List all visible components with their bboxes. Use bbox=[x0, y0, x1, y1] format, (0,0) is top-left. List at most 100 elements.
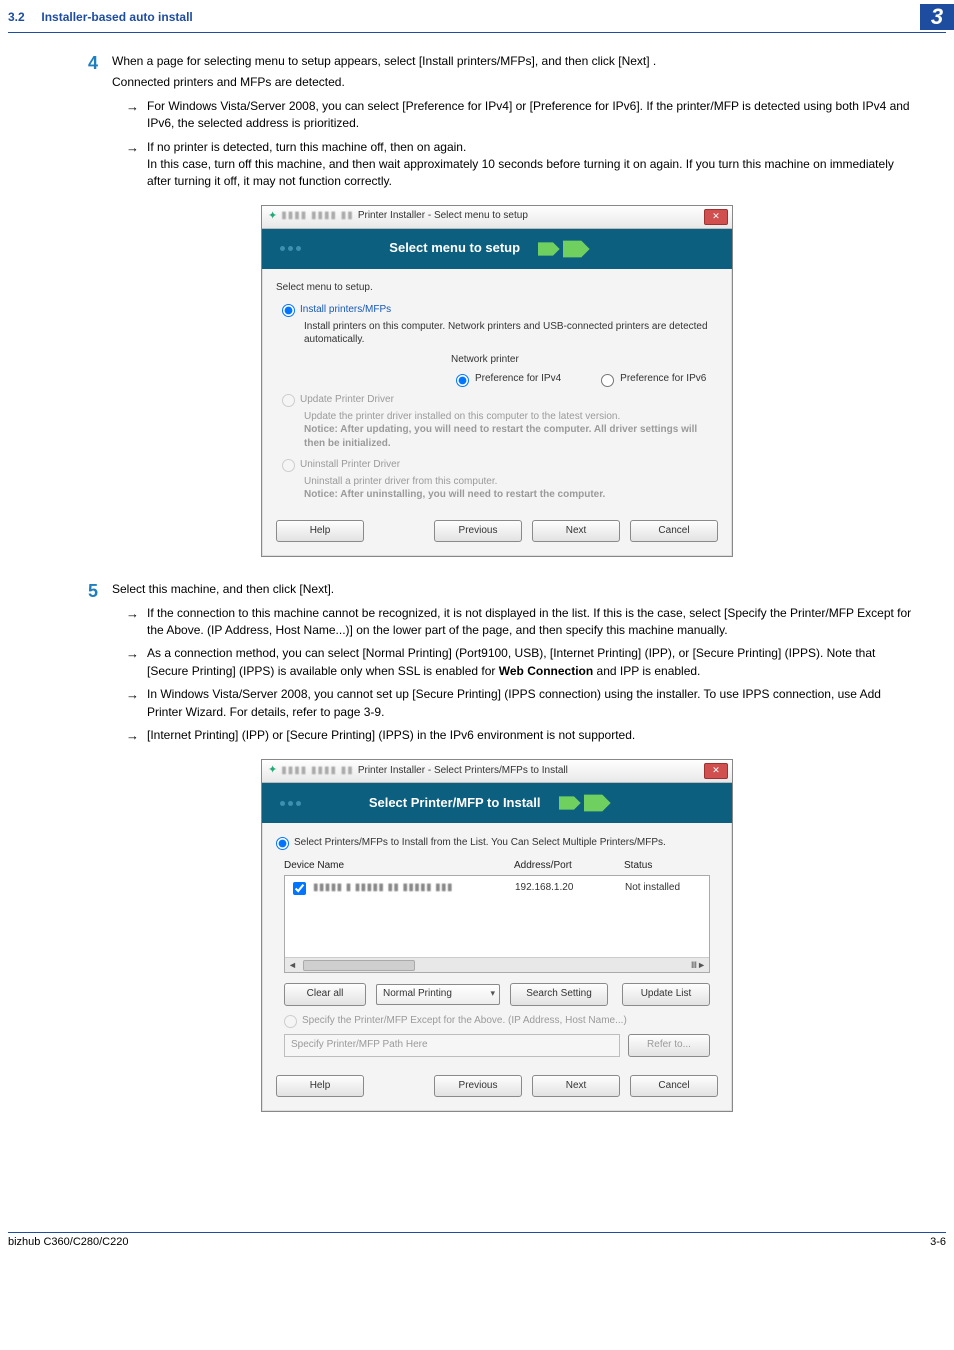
bullet-span: and IPP is enabled. bbox=[593, 664, 700, 678]
dialog-select-printer: ✦ ▮▮▮▮ ▮▮▮▮ ▮▮ Printer Installer - Selec… bbox=[261, 759, 733, 1112]
dialog-content: Select menu to setup. Install printers/M… bbox=[262, 269, 732, 557]
printer-list[interactable]: ▮▮▮▮▮ ▮ ▮▮▮▮▮ ▮▮ ▮▮▮▮▮ ▮▮▮ 192.168.1.20 … bbox=[284, 875, 710, 973]
help-button[interactable]: Help bbox=[276, 520, 364, 543]
dialog-title: Printer Installer - Select menu to setup bbox=[358, 209, 528, 224]
option-description: Install printers on this computer. Netwo… bbox=[304, 320, 718, 347]
dialog-instruction: Select menu to setup. bbox=[276, 281, 718, 296]
redacted-text: ▮▮▮▮ ▮▮▮▮ ▮▮ bbox=[281, 209, 354, 224]
step-5: 5 Select this machine, and then click [N… bbox=[80, 581, 914, 745]
section-title: Installer-based auto install bbox=[41, 10, 192, 24]
arrow-icon: → bbox=[126, 605, 139, 640]
scrollbar-horizontal[interactable]: ◄ Ⅲ ► bbox=[285, 957, 709, 972]
help-button[interactable]: Help bbox=[276, 1075, 364, 1098]
bullet-line: If no printer is detected, turn this mac… bbox=[147, 140, 466, 154]
radio-input[interactable] bbox=[601, 374, 614, 387]
radio-label: Install printers/MFPs bbox=[300, 303, 391, 318]
radio-label: Preference for IPv6 bbox=[620, 372, 706, 387]
next-button[interactable]: Next bbox=[532, 520, 620, 543]
section-heading: 3.2 Installer-based auto install bbox=[8, 10, 193, 24]
radio-input[interactable] bbox=[284, 1015, 297, 1028]
scroll-left-icon[interactable]: ◄ bbox=[288, 959, 297, 972]
clear-all-button[interactable]: Clear all bbox=[284, 983, 366, 1006]
radio-select-from-list[interactable]: Select Printers/MFPs to Install from the… bbox=[276, 836, 718, 851]
arrow-icon: → bbox=[126, 98, 139, 133]
network-printer-options: Preference for IPv4 Preference for IPv6 bbox=[451, 371, 718, 387]
dialog-content: Select Printers/MFPs to Install from the… bbox=[262, 823, 732, 1111]
radio-label: Specify the Printer/MFP Except for the A… bbox=[302, 1014, 627, 1029]
radio-label: Select Printers/MFPs to Install from the… bbox=[294, 836, 666, 851]
bullet-item: → If the connection to this machine cann… bbox=[126, 605, 914, 640]
banner-dots bbox=[280, 801, 301, 806]
radio-input[interactable] bbox=[456, 374, 469, 387]
dialog-titlebar: ✦ ▮▮▮▮ ▮▮▮▮ ▮▮ Printer Installer - Selec… bbox=[262, 206, 732, 229]
list-item[interactable]: ▮▮▮▮▮ ▮ ▮▮▮▮▮ ▮▮ ▮▮▮▮▮ ▮▮▮ 192.168.1.20 … bbox=[285, 876, 709, 901]
desc-line: Notice: After updating, you will need to… bbox=[304, 424, 697, 449]
radio-label: Uninstall Printer Driver bbox=[300, 458, 400, 473]
radio-uninstall-driver[interactable]: Uninstall Printer Driver bbox=[282, 458, 718, 473]
path-input[interactable]: Specify Printer/MFP Path Here bbox=[284, 1034, 620, 1057]
radio-pref-ipv6[interactable]: Preference for IPv6 bbox=[596, 371, 706, 387]
dialog-banner: Select menu to setup bbox=[262, 229, 732, 269]
section-number: 3.2 bbox=[8, 10, 25, 24]
banner-text: Select Printer/MFP to Install bbox=[369, 794, 541, 813]
footer-page-number: 3-6 bbox=[930, 1236, 946, 1248]
bullet-text: If the connection to this machine cannot… bbox=[147, 605, 914, 640]
radio-input[interactable] bbox=[282, 304, 295, 317]
banner-arrows-icon bbox=[559, 793, 626, 813]
step-body: When a page for selecting menu to setup … bbox=[112, 53, 914, 191]
banner-arrows-icon bbox=[538, 239, 605, 259]
search-setting-button[interactable]: Search Setting bbox=[510, 983, 608, 1006]
bullet-item: → In Windows Vista/Server 2008, you cann… bbox=[126, 686, 914, 721]
footer-rule bbox=[8, 1232, 946, 1233]
bullet-item: → As a connection method, you can select… bbox=[126, 645, 914, 680]
col-status: Status bbox=[624, 859, 710, 874]
dialog-button-row: Help Previous Next Cancel bbox=[276, 1075, 718, 1098]
main-content: 4 When a page for selecting menu to setu… bbox=[0, 33, 954, 1112]
radio-specify-path[interactable]: Specify the Printer/MFP Except for the A… bbox=[284, 1014, 710, 1029]
desc-line: Uninstall a printer driver from this com… bbox=[304, 476, 497, 487]
radio-install-printers[interactable]: Install printers/MFPs bbox=[282, 303, 718, 318]
update-list-button[interactable]: Update List bbox=[622, 983, 710, 1006]
radio-update-driver[interactable]: Update Printer Driver bbox=[282, 393, 718, 408]
radio-pref-ipv4[interactable]: Preference for IPv4 bbox=[451, 371, 561, 387]
cell-status: Not installed bbox=[625, 881, 705, 896]
page-footer: bizhub C360/C280/C220 3-6 bbox=[0, 1232, 954, 1256]
radio-input[interactable] bbox=[282, 459, 295, 472]
step-number: 5 bbox=[80, 581, 98, 603]
checkbox-input[interactable] bbox=[293, 882, 306, 895]
list-tools: Clear all Normal Printing Search Setting… bbox=[284, 983, 710, 1006]
desc-line: Update the printer driver installed on t… bbox=[304, 411, 620, 422]
footer-model: bizhub C360/C280/C220 bbox=[8, 1236, 128, 1248]
dialog-title: Printer Installer - Select Printers/MFPs… bbox=[358, 764, 568, 779]
network-printer-label: Network printer bbox=[451, 353, 718, 368]
printing-mode-combo[interactable]: Normal Printing bbox=[376, 984, 500, 1005]
arrow-icon: → bbox=[126, 139, 139, 191]
close-icon[interactable]: ✕ bbox=[704, 209, 728, 225]
bullet-item: → [Internet Printing] (IPP) or [Secure P… bbox=[126, 727, 914, 745]
dialog-button-row: Help Previous Next Cancel bbox=[276, 520, 718, 543]
redacted-text: ▮▮▮▮ ▮▮▮▮ ▮▮ bbox=[281, 764, 354, 779]
step-line: Select this machine, and then click [Nex… bbox=[112, 581, 914, 598]
desc-line: Notice: After uninstalling, you will nee… bbox=[304, 489, 605, 500]
next-button[interactable]: Next bbox=[532, 1075, 620, 1098]
cancel-button[interactable]: Cancel bbox=[630, 1075, 718, 1098]
bullet-item: → If no printer is detected, turn this m… bbox=[126, 139, 914, 191]
step-body: Select this machine, and then click [Nex… bbox=[112, 581, 914, 745]
list-header: Device Name Address/Port Status bbox=[284, 859, 710, 874]
bullet-text: [Internet Printing] (IPP) or [Secure Pri… bbox=[147, 727, 914, 745]
scroll-right-icon[interactable]: ► bbox=[697, 959, 706, 972]
previous-button[interactable]: Previous bbox=[434, 1075, 522, 1098]
radio-input[interactable] bbox=[282, 394, 295, 407]
radio-input[interactable] bbox=[276, 837, 289, 850]
refer-to-button[interactable]: Refer to... bbox=[628, 1034, 710, 1057]
previous-button[interactable]: Previous bbox=[434, 520, 522, 543]
page-header: 3.2 Installer-based auto install 3 bbox=[0, 0, 954, 30]
scroll-thumb[interactable] bbox=[303, 960, 415, 971]
step-line: When a page for selecting menu to setup … bbox=[112, 53, 914, 70]
cancel-button[interactable]: Cancel bbox=[630, 520, 718, 543]
bullet-text: In Windows Vista/Server 2008, you cannot… bbox=[147, 686, 914, 721]
installer-icon: ✦ bbox=[268, 209, 277, 225]
dialog-2-wrap: ✦ ▮▮▮▮ ▮▮▮▮ ▮▮ Printer Installer - Selec… bbox=[80, 759, 914, 1112]
close-icon[interactable]: ✕ bbox=[704, 763, 728, 779]
cell-address: 192.168.1.20 bbox=[515, 881, 625, 896]
